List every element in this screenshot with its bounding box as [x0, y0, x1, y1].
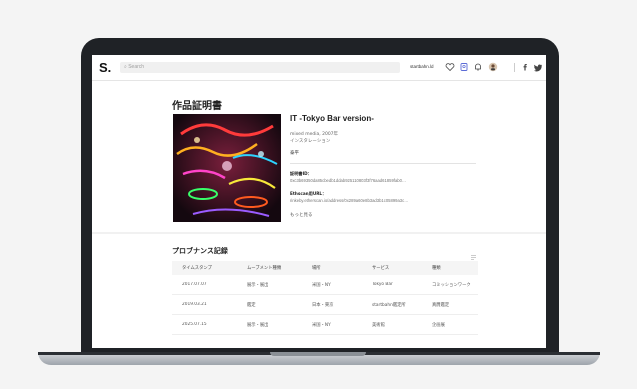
table-row[interactable]: 2025.07.15 展示・展出 米国・NY 美術館 企画展: [172, 315, 478, 335]
etherscan-url-link[interactable]: rinkeby.etherscan.io/address/0x289a60e8b…: [290, 198, 408, 203]
section-divider: [92, 232, 546, 234]
column-header: ムーブメント種類: [247, 266, 282, 271]
column-header: 場所: [312, 266, 321, 271]
artwork-title: IT -Tokyo Bar version-: [290, 114, 374, 123]
certificate-id-label: 証明書ID：: [290, 171, 312, 176]
heart-icon[interactable]: [444, 61, 456, 73]
bell-icon[interactable]: [472, 61, 484, 73]
column-header: サービス: [372, 266, 390, 271]
movement-cell: 展示・展出: [247, 282, 269, 288]
search-input[interactable]: ⌕ Search: [120, 62, 400, 73]
artwork-image[interactable]: [173, 114, 281, 222]
type-cell: コミッションワーク: [432, 282, 471, 288]
location-cell: 米国・NY: [312, 282, 331, 288]
avatar[interactable]: [487, 61, 499, 73]
movement-cell: 鑑定: [247, 302, 256, 308]
provenance-title: プロブナンス記録: [172, 247, 228, 255]
artwork-medium-year: mixed media, 2007年: [290, 132, 339, 137]
location-cell: 米国・NY: [312, 322, 331, 328]
laptop-notch: [270, 352, 366, 356]
column-header: タイムスタンプ: [182, 266, 212, 271]
artwork-meta: mixed media, 2007年 インスタレーション: [290, 131, 338, 145]
page-title: 作品証明書: [172, 101, 222, 112]
list-icon[interactable]: [470, 246, 477, 260]
etherscan-url-label: Ethscan用URL：: [290, 191, 327, 196]
twitter-icon[interactable]: [532, 61, 544, 73]
artist-name[interactable]: 泰平: [290, 150, 299, 156]
search-placeholder: Search: [128, 64, 145, 70]
column-header: 種類: [432, 266, 441, 271]
timestamp-cell: 2019.03.21: [182, 302, 207, 307]
timestamp-cell: 2017.07.07: [182, 282, 207, 287]
show-more-link[interactable]: もっと見る: [290, 212, 313, 218]
divider: [290, 163, 476, 164]
table-header: タイムスタンプ ムーブメント種類 場所 サービス 種類: [172, 261, 478, 275]
location-cell: 日本・東京: [312, 302, 334, 308]
table-row[interactable]: 2019.03.21 鑑定 日本・東京 startbahn鑑定所 真贋鑑定: [172, 295, 478, 315]
table-row[interactable]: 2017.07.07 展示・展出 米国・NY Tokyo Bar コミッションワ…: [172, 275, 478, 295]
type-cell: 真贋鑑定: [432, 302, 450, 308]
user-name-link[interactable]: startbahn.ld: [410, 64, 434, 69]
service-cell: 美術館: [372, 322, 385, 328]
provenance-table: タイムスタンプ ムーブメント種類 場所 サービス 種類 2017.07.07 展…: [172, 261, 478, 335]
top-navigation: S. ⌕ Search startbahn.ld: [92, 55, 546, 81]
site-logo[interactable]: S.: [99, 60, 111, 75]
certificate-id-value: 0xc3b69350da85cbedb1ddab925110803f3f76aa…: [290, 178, 407, 183]
movement-cell: 展示・展出: [247, 322, 269, 328]
service-cell: Tokyo Bar: [372, 282, 393, 287]
type-cell: 企画展: [432, 322, 445, 328]
service-cell: startbahn鑑定所: [372, 302, 406, 308]
laptop-screen: S. ⌕ Search startbahn.ld 作品証明書 IT -Tokyo…: [92, 55, 546, 348]
artwork-category: インスタレーション: [290, 139, 331, 144]
facebook-icon[interactable]: [519, 61, 531, 73]
certificate-icon[interactable]: [458, 61, 470, 73]
nav-separator: [514, 63, 515, 72]
timestamp-cell: 2025.07.15: [182, 322, 207, 327]
main-content: 作品証明書 IT -Tokyo Bar version- mixed media…: [92, 81, 546, 348]
